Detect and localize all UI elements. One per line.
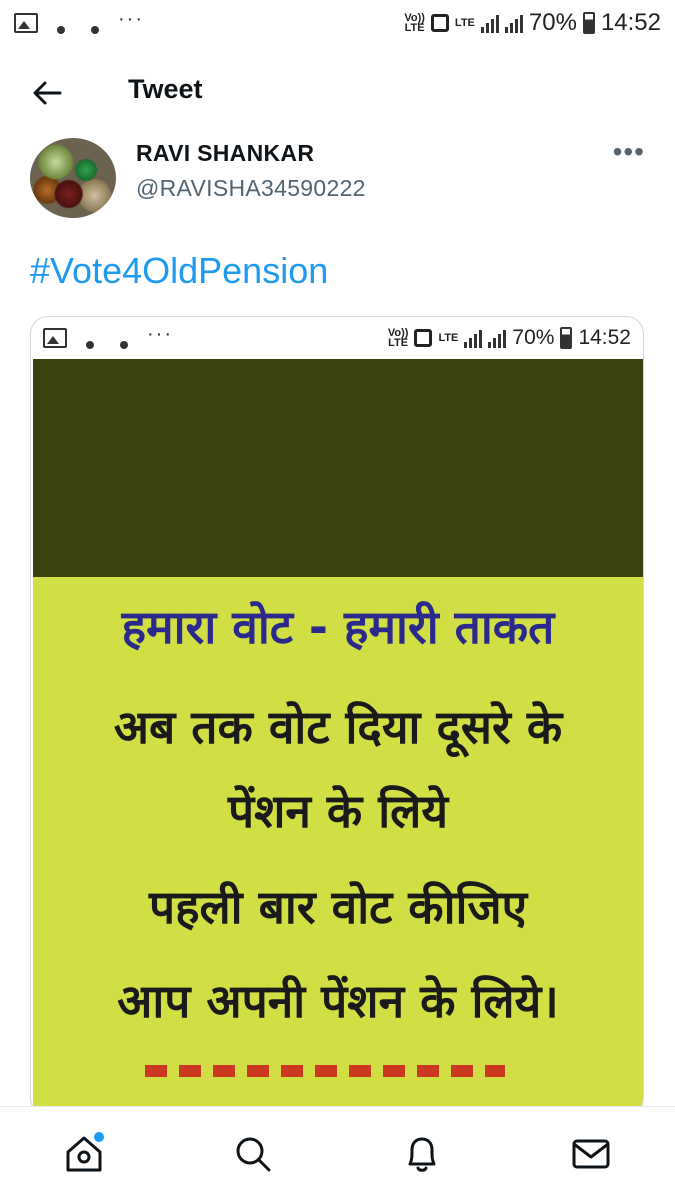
search-icon[interactable] xyxy=(227,1128,279,1180)
status-bar: ··· Vo)) LTE LTE 70% 14:52 xyxy=(0,0,675,46)
volte-icon: Vo)) LTE xyxy=(387,327,409,349)
app-notification-icon xyxy=(79,325,101,351)
back-arrow-icon[interactable] xyxy=(30,76,64,110)
bell-icon[interactable] xyxy=(396,1128,448,1180)
poster-line: पहली बार वोट कीजिए xyxy=(148,880,528,934)
clock: 14:52 xyxy=(600,9,661,36)
author-name[interactable]: RAVI SHANKAR xyxy=(136,140,314,167)
message-icon xyxy=(414,329,433,347)
page-title: Tweet xyxy=(128,74,203,104)
battery-percent: 70% xyxy=(512,326,555,349)
battery-percent: 70% xyxy=(528,9,577,36)
more-notifications-icon: ··· xyxy=(118,7,144,30)
tweet-media[interactable]: ··· Vo)) LTE LTE 70% 14:52 हमारा वोट - हम… xyxy=(30,316,644,1116)
gallery-notification-icon xyxy=(43,328,67,348)
media-status-bar: ··· Vo)) LTE LTE 70% 14:52 xyxy=(31,317,643,359)
gallery-notification-icon xyxy=(14,13,38,33)
cropped-red-text xyxy=(145,1065,505,1077)
poster: हमारा वोट - हमारी ताकत अब तक वोट दिया दू… xyxy=(33,577,643,1115)
volte-icon: Vo)) LTE xyxy=(404,12,425,34)
signal-icon xyxy=(488,328,507,348)
message-icon xyxy=(430,14,449,32)
hashtag-link[interactable]: #Vote4OldPension xyxy=(30,250,328,292)
app-notification-icon xyxy=(113,325,135,351)
home-icon[interactable] xyxy=(58,1128,110,1180)
signal-icon xyxy=(464,328,483,348)
dark-image-area xyxy=(33,359,643,577)
poster-line: आप अपनी पेंशन के लिये। xyxy=(117,974,559,1028)
top-bar: Tweet xyxy=(0,62,675,122)
more-options-button[interactable]: ••• xyxy=(613,138,645,166)
app-notification-icon xyxy=(84,10,106,36)
clock: 14:52 xyxy=(578,326,631,349)
new-content-dot xyxy=(94,1131,105,1142)
poster-line: अब तक वोट दिया दूसरे के xyxy=(113,700,563,754)
bottom-nav xyxy=(0,1106,675,1200)
lte-label: LTE xyxy=(438,332,459,344)
battery-icon xyxy=(582,12,595,34)
poster-line: पेंशन के लिये xyxy=(227,784,449,838)
lte-label: LTE xyxy=(454,17,475,29)
app-notification-icon xyxy=(50,10,72,36)
mail-icon[interactable] xyxy=(565,1128,617,1180)
more-notifications-icon: ··· xyxy=(147,322,173,345)
author-handle[interactable]: @RAVISHA34590222 xyxy=(136,175,366,202)
signal-icon xyxy=(480,13,499,33)
avatar[interactable] xyxy=(30,138,116,218)
poster-heading: हमारा वोट - हमारी ताकत xyxy=(121,600,555,654)
signal-icon xyxy=(504,13,523,33)
battery-icon xyxy=(560,327,573,349)
